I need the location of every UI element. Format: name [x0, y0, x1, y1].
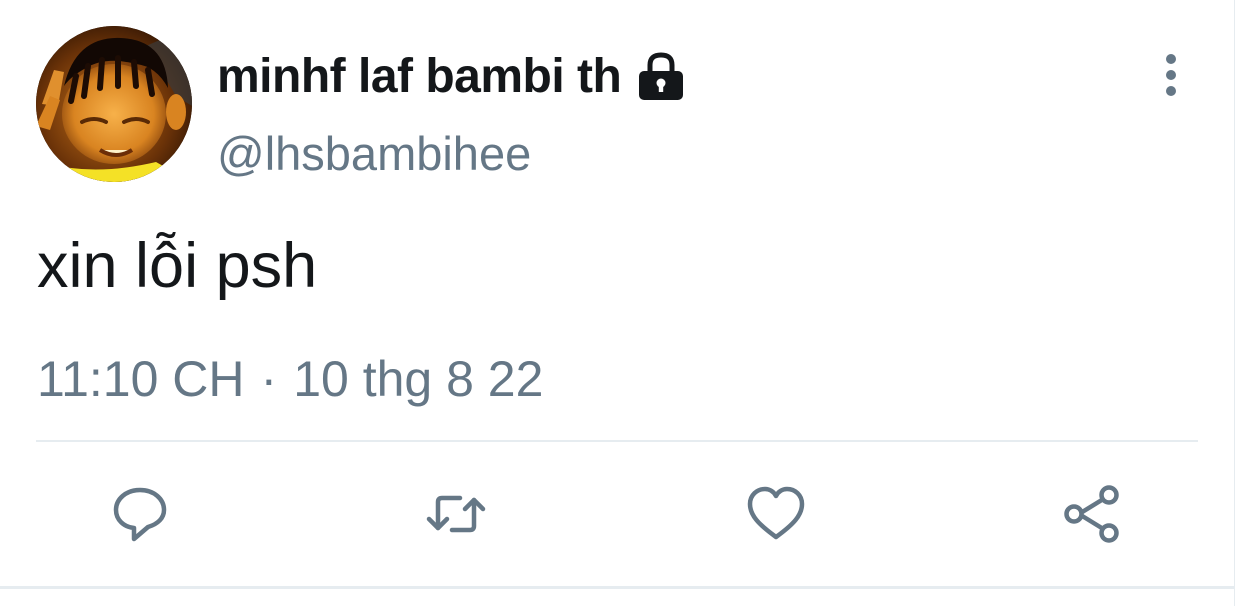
tweet-text: xin lỗi psh [37, 231, 318, 301]
bottom-border [0, 586, 1235, 589]
user-handle[interactable]: @lhsbambihee [217, 126, 531, 181]
tweet-time[interactable]: 11:10 CH [37, 350, 245, 408]
display-name[interactable]: minhf laf bambi th [217, 49, 622, 104]
display-name-row: minhf laf bambi th [217, 44, 687, 108]
tweet-timestamp: 11:10 CH · 10 thg 8 22 [37, 350, 543, 408]
timestamp-separator: · [260, 351, 278, 407]
reply-icon [113, 487, 167, 542]
share-button[interactable] [1062, 484, 1122, 544]
more-vertical-icon [1166, 54, 1176, 96]
retweet-button[interactable] [426, 484, 486, 544]
avatar[interactable] [36, 26, 192, 182]
like-button[interactable] [746, 484, 806, 544]
reply-button[interactable] [110, 484, 170, 544]
lock-icon [635, 50, 687, 102]
tweet-date[interactable]: 10 thg 8 22 [293, 350, 543, 408]
divider [36, 440, 1198, 442]
share-icon [1064, 485, 1119, 543]
more-options-button[interactable] [1146, 52, 1196, 98]
heart-icon [747, 486, 805, 540]
retweet-icon [426, 495, 486, 533]
tweet-detail: minhf laf bambi th @lhsbambihee xin lỗi … [0, 0, 1235, 606]
